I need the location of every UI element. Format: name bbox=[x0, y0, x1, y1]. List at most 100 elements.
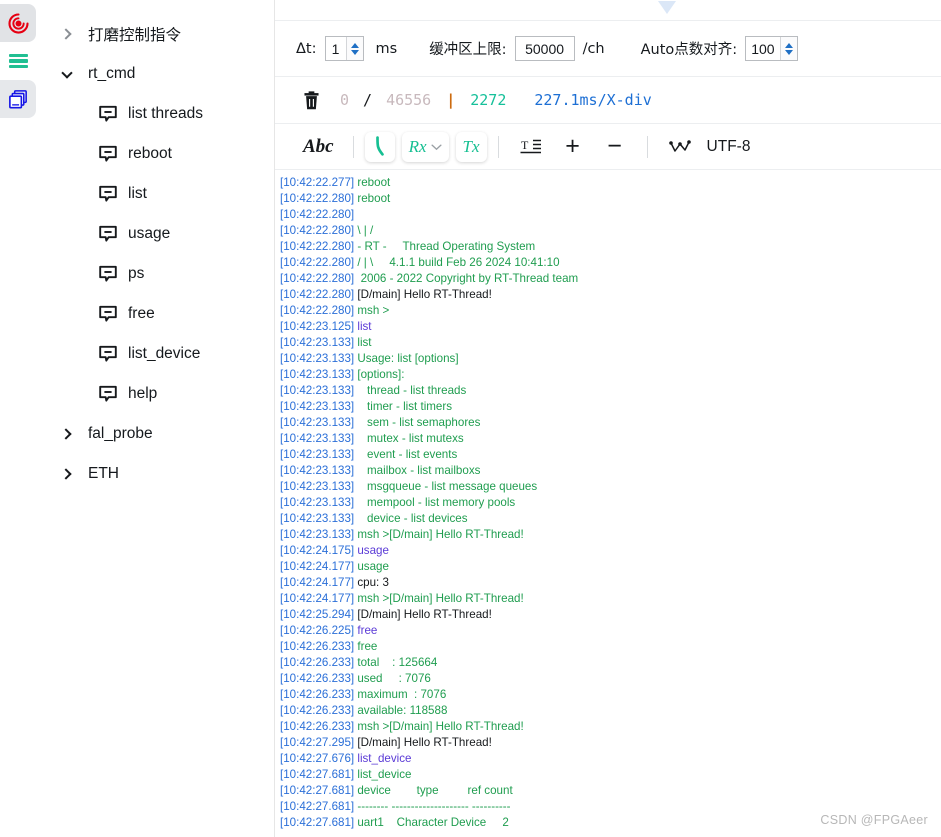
terminal-line: [10:42:26.233] total : 125664 bbox=[280, 655, 941, 671]
tree-item-list-threads[interactable]: list threads bbox=[36, 94, 274, 134]
tree-item-usage[interactable]: usage bbox=[36, 214, 274, 254]
layers-icon-button[interactable] bbox=[0, 80, 36, 118]
tree-item-label: list bbox=[128, 185, 147, 202]
terminal-text: 2006 - 2022 Copyright by RT-Thread team bbox=[354, 272, 579, 285]
terminal-text: list_device bbox=[354, 768, 412, 781]
terminal-line: [10:42:23.125] list bbox=[280, 319, 941, 335]
terminal-line: [10:42:23.133] sem - list semaphores bbox=[280, 415, 941, 431]
terminal-text: [D/main] Hello RT-Thread! bbox=[354, 288, 492, 301]
tree-item-label: help bbox=[128, 385, 158, 402]
tree-group-polish-control[interactable]: 打磨控制指令 bbox=[36, 14, 274, 54]
record-target-icon-button[interactable] bbox=[0, 4, 36, 42]
terminal-timestamp: [10:42:23.133] bbox=[280, 432, 355, 445]
delta-t-value[interactable]: 1 bbox=[326, 37, 346, 60]
terminal-line: [10:42:24.177] msh >[D/main] Hello RT-Th… bbox=[280, 591, 941, 607]
terminal-line: [10:42:22.280] bbox=[280, 207, 941, 223]
auto-align-arrows[interactable] bbox=[779, 37, 797, 60]
terminal-line: [10:42:26.233] maximum : 7076 bbox=[280, 687, 941, 703]
terminal-text: -------- -------------------- ---------- bbox=[354, 800, 511, 813]
terminal-text: [options]: bbox=[354, 368, 405, 381]
terminal-line: [10:42:23.133] event - list events bbox=[280, 447, 941, 463]
tree-item-list[interactable]: list bbox=[36, 174, 274, 214]
terminal-timestamp: [10:42:23.133] bbox=[280, 448, 355, 461]
terminal-text: Usage: list [options] bbox=[354, 352, 459, 365]
connect-button[interactable] bbox=[364, 131, 395, 162]
tree-item-reboot[interactable]: reboot bbox=[36, 134, 274, 174]
command-bubble-icon bbox=[99, 225, 117, 242]
auto-align-label: Auto点数对齐: bbox=[640, 42, 738, 58]
zoom-out-button[interactable]: − bbox=[600, 132, 630, 162]
tree-group-label: ETH bbox=[88, 465, 119, 482]
toolbar-divider bbox=[352, 135, 354, 158]
terminal-text: available: 118588 bbox=[354, 704, 448, 717]
terminal-timestamp: [10:42:26.233] bbox=[280, 720, 355, 733]
tree-group-label: rt_cmd bbox=[88, 65, 136, 82]
tree-item-list-device[interactable]: list_device bbox=[36, 334, 274, 374]
scroll-marker-icon[interactable] bbox=[658, 1, 676, 14]
tree-item-label: reboot bbox=[128, 145, 172, 162]
delta-t-stepper[interactable]: 1 bbox=[324, 36, 364, 61]
terminal-timestamp: [10:42:27.681] bbox=[280, 800, 355, 813]
terminal-text: mailbox - list mailboxs bbox=[354, 464, 481, 477]
terminal-line: [10:42:27.681] list_device bbox=[280, 767, 941, 783]
terminal-timestamp: [10:42:23.133] bbox=[280, 512, 355, 525]
chevron-right-icon[interactable] bbox=[57, 464, 77, 484]
auto-align-value[interactable]: 100 bbox=[746, 37, 779, 60]
tree-group-fal-probe[interactable]: fal_probe bbox=[36, 414, 274, 454]
arrow-down-icon[interactable] bbox=[350, 49, 359, 55]
terminal-text: usage bbox=[354, 544, 389, 557]
chevron-down-icon[interactable] bbox=[57, 64, 77, 84]
terminal-text: timer - list timers bbox=[354, 400, 453, 413]
terminal-text: msh >[D/main] Hello RT-Thread! bbox=[354, 592, 524, 605]
wrap-text-button[interactable]: T bbox=[516, 132, 546, 162]
command-bubble-icon bbox=[99, 145, 117, 162]
zoom-in-button[interactable]: + bbox=[558, 132, 588, 162]
terminal-log[interactable]: [10:42:22.277] reboot [10:42:22.280] rebo… bbox=[275, 170, 941, 837]
arrow-up-icon[interactable] bbox=[350, 42, 359, 48]
terminal-text: mutex - list mutexs bbox=[354, 432, 464, 445]
settings-bar: Δt: 1 ms 缓冲区上限: 50000 /ch Auto点数对齐: 100 bbox=[275, 21, 941, 77]
chevron-right-icon[interactable] bbox=[57, 24, 77, 44]
counter-bar: 0 / 46556 | 2272 227.1ms/X-div bbox=[275, 77, 941, 124]
terminal-text: thread - list threads bbox=[354, 384, 467, 397]
tree-item-help[interactable]: help bbox=[36, 374, 274, 414]
tree-item-free[interactable]: free bbox=[36, 294, 274, 334]
terminal-timestamp: [10:42:24.177] bbox=[280, 560, 355, 573]
trash-icon bbox=[303, 90, 319, 109]
terminal-text: device - list devices bbox=[354, 512, 468, 525]
terminal-text: reboot bbox=[354, 176, 391, 189]
terminal-timestamp: [10:42:26.233] bbox=[280, 656, 355, 669]
tx-button[interactable]: Tx bbox=[455, 131, 487, 162]
terminal-line: [10:42:23.133] thread - list threads bbox=[280, 383, 941, 399]
waveform-button[interactable] bbox=[665, 132, 695, 162]
terminal-text: maximum : 7076 bbox=[354, 688, 447, 701]
encoding-selector[interactable]: UTF-8 bbox=[707, 138, 751, 156]
delta-t-label: Δt: bbox=[296, 40, 317, 57]
terminal-timestamp: [10:42:23.133] bbox=[280, 336, 355, 349]
terminal-text: free bbox=[354, 640, 378, 653]
arrow-up-icon[interactable] bbox=[784, 42, 793, 48]
minus-icon: − bbox=[607, 132, 622, 160]
terminal-timestamp: [10:42:26.233] bbox=[280, 672, 355, 685]
delta-t-arrows[interactable] bbox=[345, 37, 363, 60]
terminal-timestamp: [10:42:23.133] bbox=[280, 368, 355, 381]
buffer-limit-unit: /ch bbox=[582, 40, 605, 57]
tree-group-rt-cmd[interactable]: rt_cmd bbox=[36, 54, 274, 94]
buffer-limit-input[interactable]: 50000 bbox=[514, 36, 575, 61]
rx-dropdown-button[interactable]: Rx bbox=[401, 131, 449, 162]
auto-align-stepper[interactable]: 100 bbox=[745, 36, 798, 61]
tree-group-eth[interactable]: ETH bbox=[36, 454, 274, 494]
terminal-timestamp: [10:42:26.233] bbox=[280, 704, 355, 717]
terminal-text: list bbox=[354, 336, 372, 349]
terminal-text: usage bbox=[354, 560, 389, 573]
terminal-line: [10:42:26.233] used : 7076 bbox=[280, 671, 941, 687]
text-mode-button[interactable]: Abc bbox=[295, 136, 342, 158]
terminal-line: [10:42:27.681] device type ref count bbox=[280, 783, 941, 799]
chevron-down-icon[interactable] bbox=[430, 143, 442, 151]
clear-button[interactable] bbox=[296, 85, 326, 115]
tree-item-ps[interactable]: ps bbox=[36, 254, 274, 294]
menu-icon-button[interactable] bbox=[0, 42, 36, 80]
chevron-right-icon[interactable] bbox=[57, 424, 77, 444]
app-window: 打磨控制指令 rt_cmd list threads reboot list u… bbox=[0, 0, 941, 837]
arrow-down-icon[interactable] bbox=[784, 49, 793, 55]
